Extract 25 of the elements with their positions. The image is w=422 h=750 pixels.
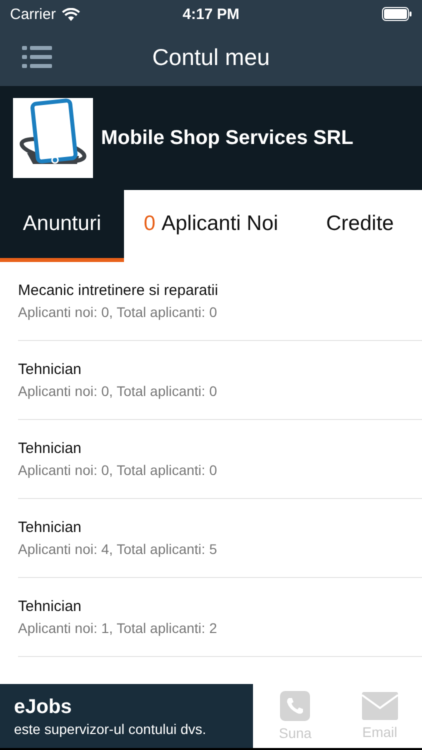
carrier-label: Carrier: [10, 6, 56, 22]
supervisor-name: eJobs: [14, 696, 73, 718]
job-stats: Aplicanti noi: 4, Total aplicanti: 5: [18, 541, 218, 557]
phone-logo-icon: [13, 98, 93, 178]
wifi-icon: [62, 8, 80, 20]
phone-icon: [280, 691, 310, 721]
job-title[interactable]: Mecanic intretinere si reparatii: [18, 282, 422, 299]
tab[interactable]: Anunturi: [0, 190, 124, 262]
job-title[interactable]: Tehnician: [18, 361, 422, 378]
job-stats: Aplicanti noi: 0, Total aplicanti: 0: [18, 383, 218, 399]
job-title[interactable]: Tehnician: [18, 519, 422, 536]
company-name: Mobile Shop Services SRL: [101, 126, 354, 150]
job-title[interactable]: Tehnician: [18, 598, 422, 615]
job-title[interactable]: Tehnician: [18, 440, 422, 457]
page-title: Contul meu: [152, 44, 270, 70]
job-stats: Aplicanti noi: 0, Total aplicanti: 0: [18, 462, 218, 478]
job-stats: Aplicanti noi: 1, Total aplicanti: 2: [18, 620, 218, 636]
tab[interactable]: Credite: [298, 190, 422, 262]
clock-time: 4:17 PM: [182, 6, 240, 22]
supervisor-note: este supervizor-ul contului dvs.: [14, 720, 208, 736]
envelope-icon: [362, 692, 398, 720]
menu-icon[interactable]: [22, 45, 52, 69]
battery-icon: [382, 7, 412, 21]
job-stats: Aplicanti noi: 0, Total aplicanti: 0: [18, 304, 218, 320]
tab[interactable]: 0 Aplicanti Noi: [124, 190, 298, 262]
